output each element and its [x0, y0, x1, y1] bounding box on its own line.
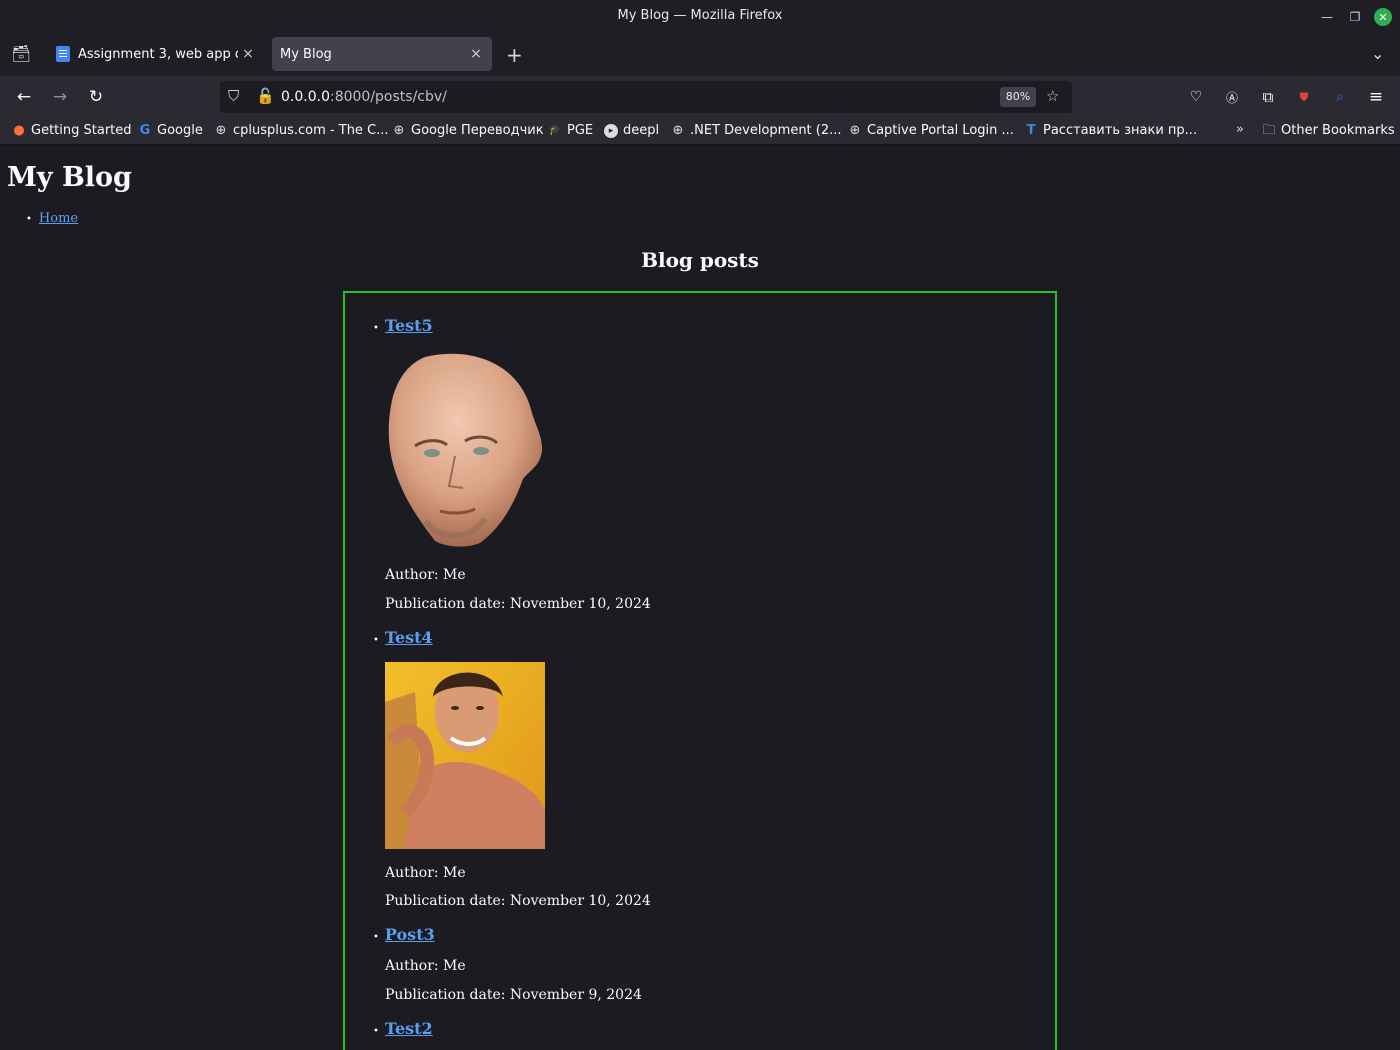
post-title-link[interactable]: Test5 [385, 316, 433, 335]
bookmark-punctuation[interactable]: T Расставить знаки пр... [1024, 122, 1198, 138]
post-author: Author: Me [385, 865, 466, 881]
url-text[interactable]: 0.0.0.0:8000/posts/cbv/ [281, 89, 447, 105]
menu-icon[interactable]: ≡ [1364, 85, 1388, 109]
extensions-icon[interactable]: ⧉ [1256, 85, 1280, 109]
back-icon[interactable]: ← [12, 85, 36, 109]
firefox-icon: ● [13, 122, 25, 138]
chevron-double-right-icon: » [1236, 122, 1244, 137]
post-title-link[interactable]: Post3 [385, 925, 435, 944]
tab-my-blog[interactable]: My Blog × [272, 37, 492, 71]
post-item: • Test5 [373, 316, 433, 335]
bookmark-getting-started[interactable]: ● Getting Started [12, 122, 131, 138]
bookmark-deepl[interactable]: ▸ deepl [604, 123, 659, 138]
lock-icon[interactable]: 🔓 [256, 87, 275, 105]
window-title: My Blog — Mozilla Firefox [617, 8, 783, 23]
tab-close-icon[interactable]: × [238, 46, 258, 62]
list-bullet: • [373, 635, 379, 646]
globe-icon: ⊕ [672, 122, 684, 138]
bookmark-star-icon[interactable]: ☆ [1046, 87, 1059, 105]
list-bullet: • [373, 323, 379, 334]
tab-close-icon[interactable]: × [466, 46, 486, 62]
shield-icon[interactable]: ⛉ [228, 87, 239, 105]
globe-icon: ⊕ [393, 122, 405, 138]
new-tab-icon[interactable]: + [506, 43, 523, 67]
tab-strip: 🗃 Assignment 3, web app dev × My Blog × … [0, 34, 1400, 76]
window-titlebar: My Blog — Mozilla Firefox — ❐ ✕ [0, 0, 1400, 34]
nav-toolbar: ← → ↻ ⛉ 🔓 0.0.0.0:8000/posts/cbv/ 80% ☆ … [0, 76, 1400, 118]
google-icon: G [139, 122, 151, 138]
post-item: • Test2 [373, 1019, 433, 1038]
bookmark-cplusplus[interactable]: ⊕ cplusplus.com - The C... [214, 123, 389, 138]
post-image-portrait [385, 662, 545, 849]
bookmark-google-translate[interactable]: ⊕ Google Переводчик [392, 123, 544, 138]
docs-icon [56, 46, 70, 62]
other-bookmarks-folder[interactable]: 🗀 Other Bookmarks [1262, 122, 1394, 138]
post-author: Author: Me [385, 567, 466, 583]
post-item: • Test4 [373, 628, 433, 647]
home-link[interactable]: Home [39, 211, 78, 226]
pge-icon: 🎓 [548, 124, 562, 136]
maximize-icon[interactable]: ❐ [1346, 8, 1364, 26]
zoom-level-button[interactable]: 80% [1000, 87, 1036, 107]
posts-container: • Test5 Author: Me Publication date: Nove… [343, 291, 1057, 1050]
reload-icon[interactable]: ↻ [84, 85, 108, 109]
list-bullet: • [373, 932, 379, 943]
post-date: Publication date: November 9, 2024 [385, 987, 642, 1003]
post-title-link[interactable]: Test2 [385, 1019, 433, 1038]
t-icon: T [1026, 122, 1036, 138]
list-tabs-chevron-icon[interactable]: ⌄ [1371, 44, 1384, 63]
bookmark-google[interactable]: G Google [138, 123, 203, 138]
bookmark-dotnet[interactable]: ⊕ .NET Development (2... [671, 123, 842, 138]
list-bullet: • [26, 214, 32, 225]
site-title: My Blog [7, 162, 132, 193]
tab-label: Assignment 3, web app dev [78, 46, 238, 62]
search-extension-icon[interactable]: ⌕ [1328, 85, 1352, 109]
globe-icon: ⊕ [215, 122, 227, 138]
page-content: My Blog • Home Blog posts • Test5 Author… [0, 146, 1400, 1050]
post-date: Publication date: November 10, 2024 [385, 596, 651, 612]
account-icon[interactable]: Ⓐ [1220, 85, 1244, 109]
posts-heading: Blog posts [641, 248, 759, 272]
tab-label: My Blog [280, 46, 332, 62]
deepl-icon: ▸ [604, 123, 618, 138]
site-nav: • Home [26, 211, 78, 226]
globe-icon: ⊕ [849, 122, 861, 138]
folder-icon: 🗀 [1262, 122, 1276, 138]
post-title-link[interactable]: Test4 [385, 628, 433, 647]
post-image-bald-head [388, 353, 543, 547]
firefox-view-icon[interactable]: 🗃 [11, 44, 31, 63]
forward-icon[interactable]: → [48, 85, 72, 109]
bookmarks-overflow-icon[interactable]: » [1233, 123, 1252, 137]
tab-assignment[interactable]: Assignment 3, web app dev × [50, 37, 264, 71]
url-bar[interactable]: ⛉ 🔓 0.0.0.0:8000/posts/cbv/ 80% ☆ [220, 81, 1072, 113]
pocket-icon[interactable]: ♡ [1184, 85, 1208, 109]
ublock-icon[interactable]: ⛊ [1292, 85, 1316, 109]
bookmark-captive-portal[interactable]: ⊕ Captive Portal Login ... [848, 123, 1014, 138]
minimize-icon[interactable]: — [1318, 8, 1336, 26]
bookmark-pge[interactable]: 🎓 PGE [548, 123, 593, 138]
post-author: Author: Me [385, 958, 466, 974]
post-item: • Post3 [373, 925, 435, 944]
list-bullet: • [373, 1026, 379, 1037]
close-icon[interactable]: ✕ [1374, 8, 1392, 26]
bookmarks-toolbar: ● Getting Started G Google ⊕ cplusplus.com … [0, 118, 1400, 145]
post-date: Publication date: November 10, 2024 [385, 893, 651, 909]
